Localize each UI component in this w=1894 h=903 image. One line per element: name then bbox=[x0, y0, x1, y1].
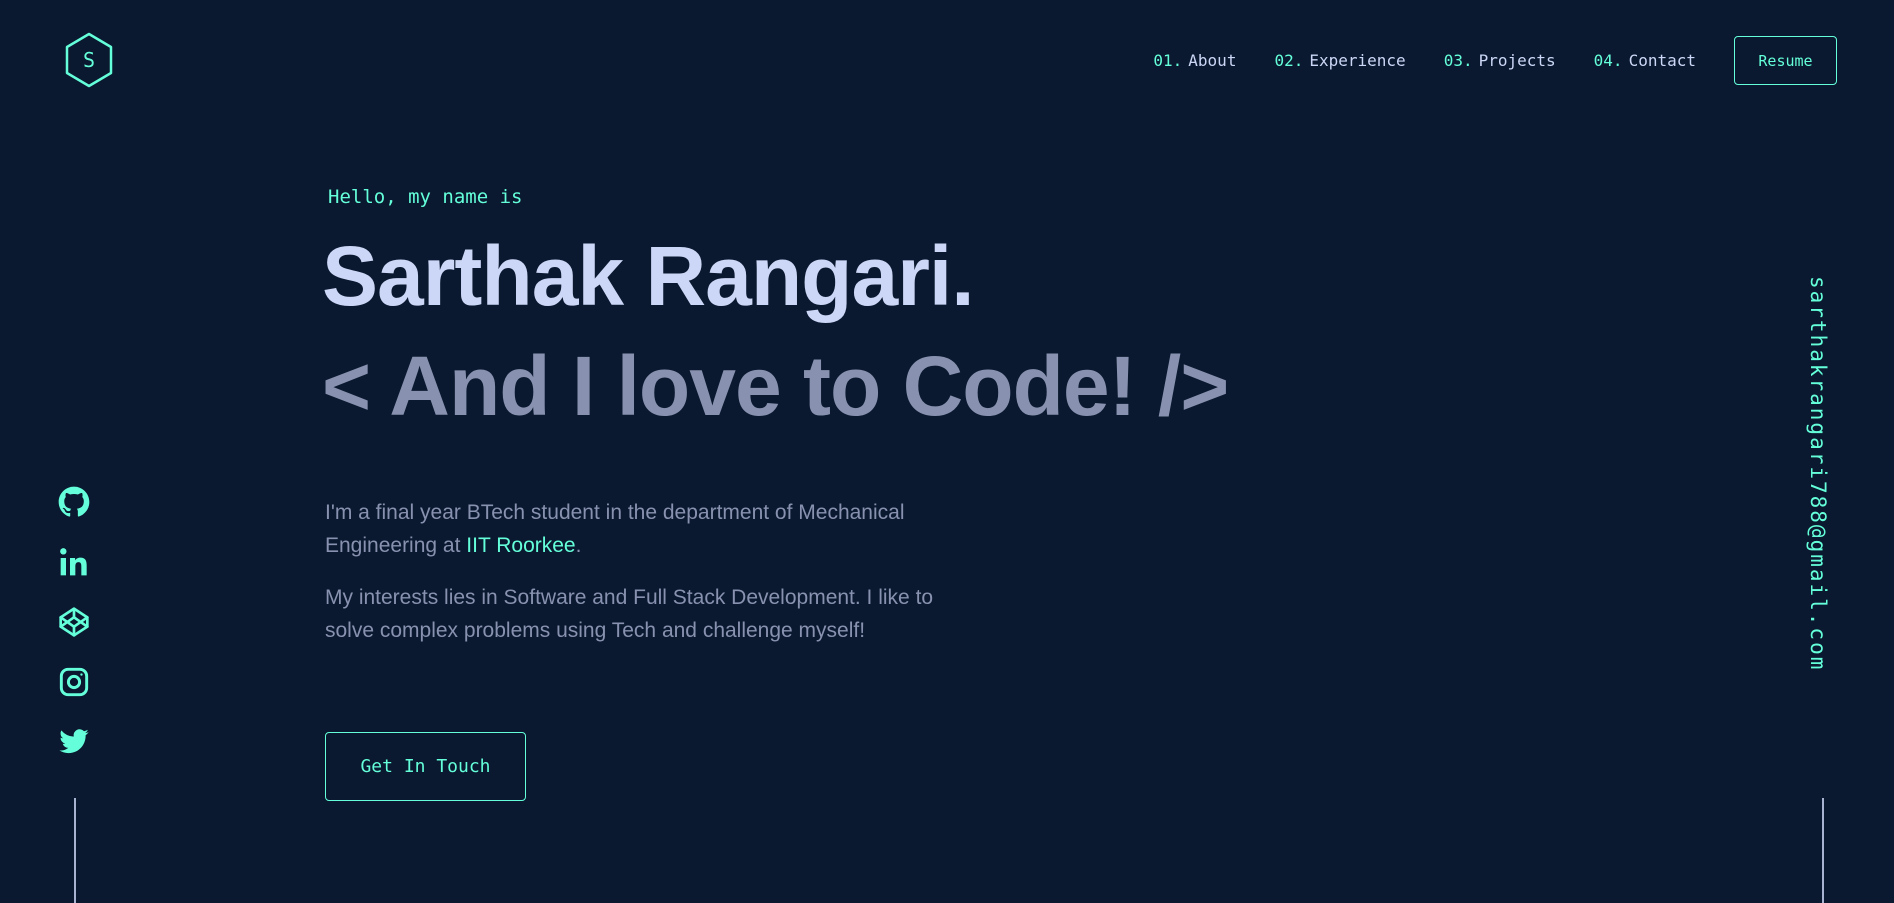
nav-experience[interactable]: 02. Experience bbox=[1274, 51, 1405, 70]
social-links bbox=[56, 484, 92, 760]
resume-button[interactable]: Resume bbox=[1734, 36, 1837, 85]
linkedin-icon[interactable] bbox=[56, 544, 92, 580]
logo-letter: S bbox=[82, 48, 96, 72]
logo-button[interactable]: S bbox=[64, 32, 114, 88]
nav-number: 04. bbox=[1593, 51, 1623, 70]
nav-about[interactable]: 01. About bbox=[1153, 51, 1236, 70]
hero-bio: I'm a final year BTech student in the de… bbox=[325, 496, 945, 666]
bio-paragraph-1: I'm a final year BTech student in the de… bbox=[325, 496, 945, 562]
nav-label: Experience bbox=[1309, 51, 1406, 70]
hero-name: Sarthak Rangari. bbox=[322, 229, 975, 323]
hero-tagline: < And I love to Code! /> bbox=[322, 339, 1229, 433]
main-nav: 01. About 02. Experience 03. Projects 04. Co… bbox=[1153, 36, 1837, 85]
bio-text: I'm a final year BTech student in the de… bbox=[325, 501, 905, 557]
left-sidebar-line bbox=[74, 798, 76, 903]
email-link[interactable]: sarthakrangari788@gmail.com bbox=[1806, 276, 1830, 671]
nav-projects[interactable]: 03. Projects bbox=[1444, 51, 1556, 70]
right-sidebar-line bbox=[1822, 798, 1824, 903]
github-icon[interactable] bbox=[56, 484, 92, 520]
hero-greeting: Hello, my name is bbox=[328, 186, 523, 208]
nav-label: Contact bbox=[1628, 51, 1696, 70]
instagram-icon[interactable] bbox=[56, 664, 92, 700]
nav-label: About bbox=[1188, 51, 1237, 70]
iit-roorkee-link[interactable]: IIT Roorkee bbox=[466, 534, 575, 557]
get-in-touch-button[interactable]: Get In Touch bbox=[325, 732, 526, 801]
codepen-icon[interactable] bbox=[56, 604, 92, 640]
nav-number: 02. bbox=[1274, 51, 1304, 70]
nav-label: Projects bbox=[1478, 51, 1556, 70]
twitter-icon[interactable] bbox=[56, 724, 92, 760]
nav-number: 01. bbox=[1153, 51, 1183, 70]
bio-text: . bbox=[575, 534, 582, 557]
nav-contact[interactable]: 04. Contact bbox=[1594, 51, 1696, 70]
nav-number: 03. bbox=[1443, 51, 1473, 70]
bio-paragraph-2: My interests lies in Software and Full S… bbox=[325, 586, 934, 642]
